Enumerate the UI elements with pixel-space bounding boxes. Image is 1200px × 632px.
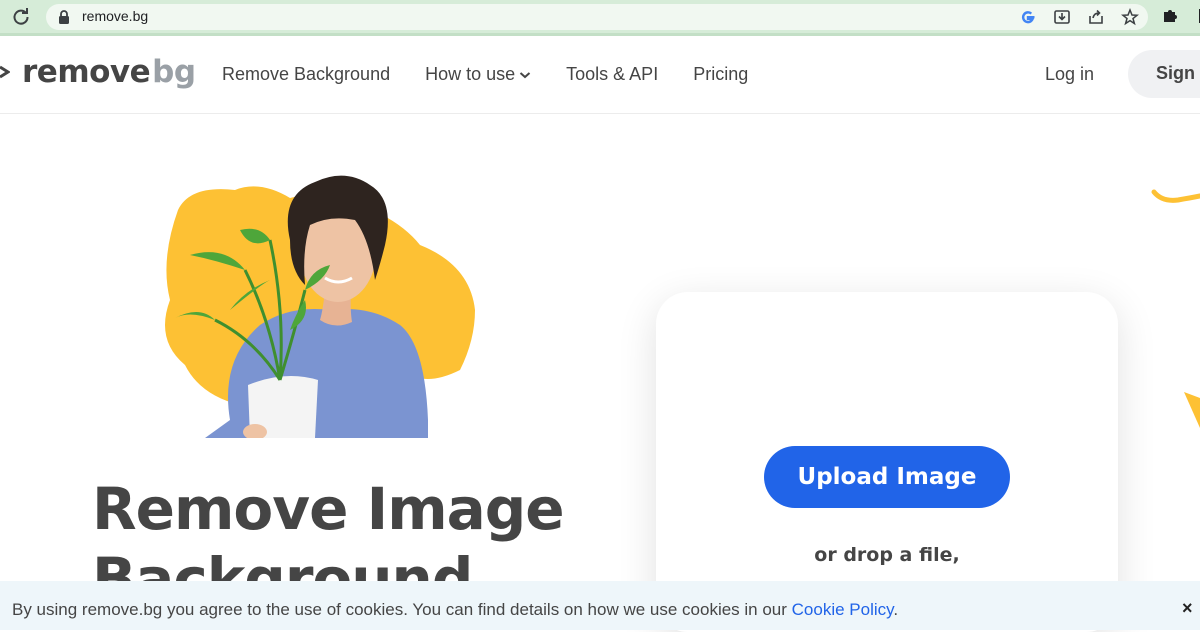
- login-link[interactable]: Log in: [1045, 64, 1094, 85]
- signup-button[interactable]: Sign up: [1128, 50, 1200, 98]
- cookie-policy-link[interactable]: Cookie Policy: [792, 600, 894, 619]
- logo-mark-icon: [0, 65, 14, 79]
- cookie-text-end: .: [893, 600, 899, 619]
- logo-text-bg: bg: [152, 54, 196, 90]
- browser-toolbar: remove.bg: [0, 0, 1200, 36]
- remove-bg-logo[interactable]: remove bg: [0, 54, 196, 90]
- bookmark-star-icon[interactable]: [1120, 7, 1140, 27]
- nav-how-to-use-label: How to use: [425, 64, 516, 84]
- cookie-message: By using remove.bg you agree to the use …: [12, 600, 898, 620]
- nav-tools-api[interactable]: Tools & API: [566, 64, 658, 85]
- extensions-puzzle-icon[interactable]: [1160, 6, 1180, 26]
- cookie-banner: By using remove.bg you agree to the use …: [0, 581, 1200, 630]
- decorative-squiggle: [1151, 189, 1200, 203]
- drop-file-text: or drop a file,: [814, 544, 960, 566]
- close-icon[interactable]: ×: [1182, 598, 1193, 619]
- install-icon[interactable]: [1052, 7, 1072, 27]
- address-bar[interactable]: remove.bg: [46, 4, 1148, 30]
- upload-image-button[interactable]: Upload Image: [764, 446, 1010, 508]
- main-nav: Remove Background How to use Tools & API…: [222, 64, 783, 85]
- nav-remove-background[interactable]: Remove Background: [222, 64, 390, 85]
- person-holding-plant-image: [165, 175, 475, 438]
- reload-icon[interactable]: [10, 6, 32, 28]
- cookie-text: By using remove.bg you agree to the use …: [12, 600, 792, 619]
- google-icon[interactable]: [1018, 7, 1038, 27]
- profile-icon[interactable]: [1192, 6, 1200, 26]
- nav-pricing[interactable]: Pricing: [693, 64, 748, 85]
- decorative-triangle: [1184, 392, 1200, 428]
- headline-line-1: Remove Image: [92, 475, 565, 543]
- url-text[interactable]: remove.bg: [82, 8, 148, 24]
- logo-text-remove: remove: [22, 54, 151, 90]
- chevron-down-icon: [519, 71, 531, 78]
- lock-icon[interactable]: [58, 10, 72, 24]
- nav-how-to-use[interactable]: How to use: [425, 64, 531, 85]
- share-icon[interactable]: [1086, 7, 1106, 27]
- site-header: remove bg Remove Background How to use T…: [0, 36, 1200, 114]
